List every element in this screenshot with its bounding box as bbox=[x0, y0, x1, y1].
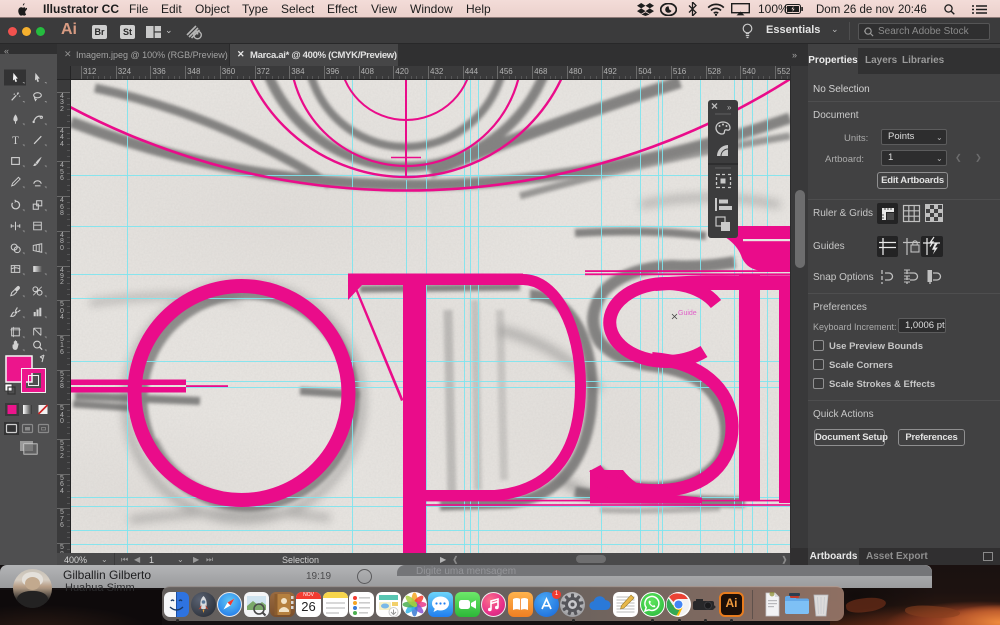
svg-text:»: » bbox=[727, 103, 732, 112]
svg-text:T: T bbox=[12, 135, 19, 147]
svg-text:Guide: Guide bbox=[678, 310, 697, 317]
